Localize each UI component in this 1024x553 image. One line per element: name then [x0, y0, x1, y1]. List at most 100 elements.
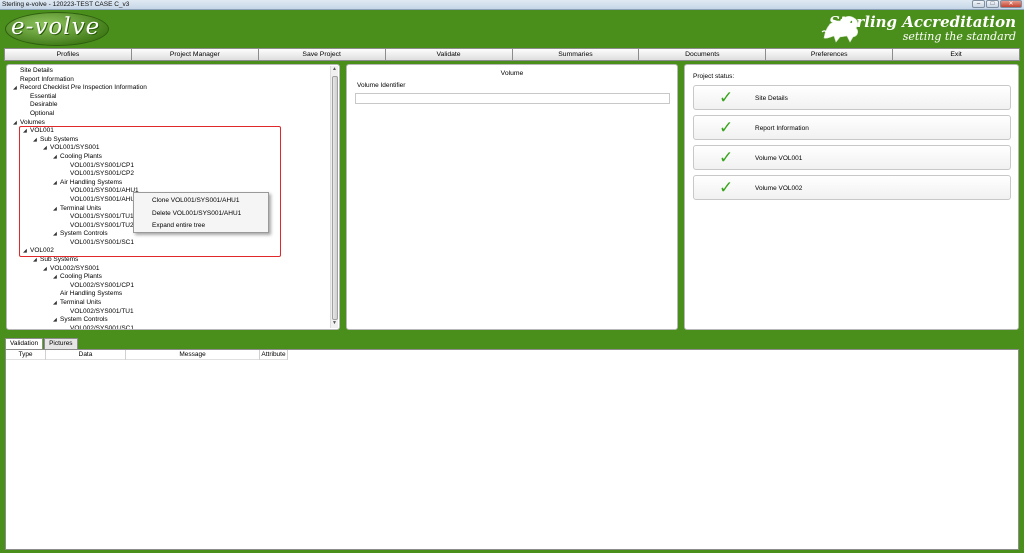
menu-profiles[interactable]: Profiles	[4, 48, 132, 61]
tree-node[interactable]: ◢ Terminal Units	[7, 299, 329, 308]
tree-scrollbar[interactable]: ▲ ▼	[330, 66, 338, 328]
status-item-volume-vol001[interactable]: ✓ Volume VOL001	[693, 145, 1011, 170]
tree-node[interactable]: VOL002/SYS001/CP1	[7, 282, 329, 291]
tree-node[interactable]: ◢ Volumes	[7, 119, 329, 128]
context-clone-item[interactable]: Clone VOL001/SYS001/AHU1	[134, 195, 268, 208]
tree-node[interactable]: ◢ VOL002/SYS001	[7, 265, 329, 274]
expand-arrow-icon[interactable]: ◢	[33, 256, 37, 265]
menu-save-project[interactable]: Save Project	[258, 48, 386, 61]
expand-arrow-icon[interactable]: ◢	[43, 265, 47, 274]
tree-node[interactable]: ◢ Air Handling Systems	[7, 179, 329, 188]
tree-node-label: Sub Systems	[40, 256, 79, 264]
status-item-label: Report Information	[755, 125, 809, 132]
expand-arrow-icon[interactable]: ◢	[43, 144, 47, 153]
menu-project-manager[interactable]: Project Manager	[131, 48, 259, 61]
tree-node[interactable]: Report Information	[7, 76, 329, 85]
column-attribute[interactable]: Attribute	[260, 350, 288, 360]
expand-arrow-icon[interactable]: ◢	[53, 230, 57, 239]
column-data[interactable]: Data	[46, 350, 126, 360]
status-item-report-information[interactable]: ✓ Report Information	[693, 115, 1011, 140]
brand-tagline: setting the standard	[902, 30, 1016, 43]
minimize-button[interactable]: –	[972, 0, 985, 8]
expand-arrow-icon[interactable]: ◢	[53, 205, 57, 214]
grid-header: Type Data Message Attribute	[6, 350, 288, 360]
expand-arrow-icon[interactable]: ◢	[23, 247, 27, 256]
menu-exit[interactable]: Exit	[893, 48, 1020, 61]
tree-node-label: Volumes	[20, 118, 45, 126]
expand-arrow-icon[interactable]: ◢	[53, 179, 57, 188]
expand-arrow-icon[interactable]: ◢	[13, 119, 17, 128]
menu-documents[interactable]: Documents	[639, 48, 767, 61]
tree-node[interactable]: VOL002/SYS001/TU1	[7, 308, 329, 317]
column-message[interactable]: Message	[126, 350, 260, 360]
tree-node[interactable]: VOL002/SYS001/SC1	[7, 325, 329, 329]
scroll-up-icon[interactable]: ▲	[331, 66, 338, 74]
status-item-volume-vol002[interactable]: ✓ Volume VOL002	[693, 175, 1011, 200]
maximize-button[interactable]: □	[986, 0, 999, 8]
logo-text: e-volve	[11, 14, 101, 40]
tree-node[interactable]: Optional	[7, 110, 329, 119]
tree-node-label: VOL002/SYS001/CP1	[70, 281, 134, 289]
brand-block: Sterling Accreditation setting the stand…	[829, 13, 1016, 43]
tree-node-label: VOL001	[30, 127, 54, 135]
tree-node[interactable]: ◢ Record Checklist Pre Inspection Informa…	[7, 84, 329, 93]
menu-summaries[interactable]: Summaries	[512, 48, 640, 61]
expand-arrow-icon[interactable]: ◢	[23, 127, 27, 136]
check-icon: ✓	[719, 178, 734, 197]
project-status-label: Project status:	[693, 73, 735, 80]
menu-preferences[interactable]: Preferences	[766, 48, 894, 61]
tree-node[interactable]: VOL001/SYS001/SC1	[7, 239, 329, 248]
expand-arrow-icon[interactable]: ◢	[53, 316, 57, 325]
tree-node-label: Report Information	[20, 75, 74, 83]
tree-node-label: Desirable	[30, 101, 58, 109]
check-icon: ✓	[719, 148, 734, 167]
context-expand-item[interactable]: Expand entire tree	[134, 220, 268, 233]
tree-node[interactable]: VOL001/SYS001/CP2	[7, 170, 329, 179]
tree-node[interactable]: ◢ Sub Systems	[7, 136, 329, 145]
tree-node-label: VOL002/SYS001/TU1	[70, 307, 134, 315]
tree-node[interactable]: Desirable	[7, 101, 329, 110]
status-item-label: Volume VOL001	[755, 155, 803, 162]
status-item-label: Site Details	[755, 95, 788, 102]
expand-arrow-icon[interactable]: ◢	[53, 299, 57, 308]
scroll-down-icon[interactable]: ▼	[331, 320, 338, 328]
evolve-logo: e-volve	[5, 12, 109, 46]
window-titlebar: Sterling e-volve - 120223-TEST CASE C_v3…	[0, 0, 1024, 10]
bottom-area: Validation Pictures Type Data Message At…	[5, 338, 1019, 550]
context-delete-item[interactable]: Delete VOL001/SYS001/AHU1	[134, 208, 268, 221]
tree-node-label: VOL001/SYS001/AHU1	[70, 187, 139, 195]
tree-node[interactable]: ◢ VOL001/SYS001	[7, 144, 329, 153]
tree-node-label: VOL001/SYS001/TU1	[70, 213, 134, 221]
tree-node[interactable]: ◢ VOL001	[7, 127, 329, 136]
tree-node-label: VOL002/SYS001	[50, 264, 100, 272]
tree-node[interactable]: Air Handling Systems	[7, 290, 329, 299]
tree-node[interactable]: ◢ Cooling Plants	[7, 273, 329, 282]
tree-node-label: Optional	[30, 109, 55, 117]
tree-node-label: VOL001/SYS001/TU2	[70, 221, 134, 229]
tree-node[interactable]: Site Details	[7, 67, 329, 76]
tab-pictures[interactable]: Pictures	[44, 338, 78, 349]
close-button[interactable]: ✕	[1000, 0, 1022, 8]
volume-title: Volume	[500, 70, 524, 77]
expand-arrow-icon[interactable]: ◢	[13, 84, 17, 93]
tree-node-label: VOL001/SYS001/AHU2	[70, 195, 139, 203]
volume-panel: Volume Volume Identifier	[346, 64, 678, 330]
column-type[interactable]: Type	[6, 350, 46, 360]
tree-node[interactable]: ◢ Cooling Plants	[7, 153, 329, 162]
tree-node-label: Sub Systems	[40, 135, 79, 143]
tree-node-label: Cooling Plants	[60, 273, 102, 281]
scroll-thumb[interactable]	[332, 76, 338, 320]
tree-node[interactable]: Essential	[7, 93, 329, 102]
volume-identifier-input[interactable]	[355, 93, 670, 104]
tree-node-label: Terminal Units	[60, 299, 102, 307]
expand-arrow-icon[interactable]: ◢	[53, 153, 57, 162]
expand-arrow-icon[interactable]: ◢	[53, 273, 57, 282]
tree-node[interactable]: ◢ Sub Systems	[7, 256, 329, 265]
menu-validate[interactable]: Validate	[385, 48, 513, 61]
tree-node[interactable]: VOL001/SYS001/CP1	[7, 162, 329, 171]
tree-node[interactable]: ◢ System Controls	[7, 316, 329, 325]
expand-arrow-icon[interactable]: ◢	[33, 136, 37, 145]
status-item-site-details[interactable]: ✓ Site Details	[693, 85, 1011, 110]
tree-node[interactable]: ◢ VOL002	[7, 247, 329, 256]
tab-validation[interactable]: Validation	[5, 338, 44, 349]
